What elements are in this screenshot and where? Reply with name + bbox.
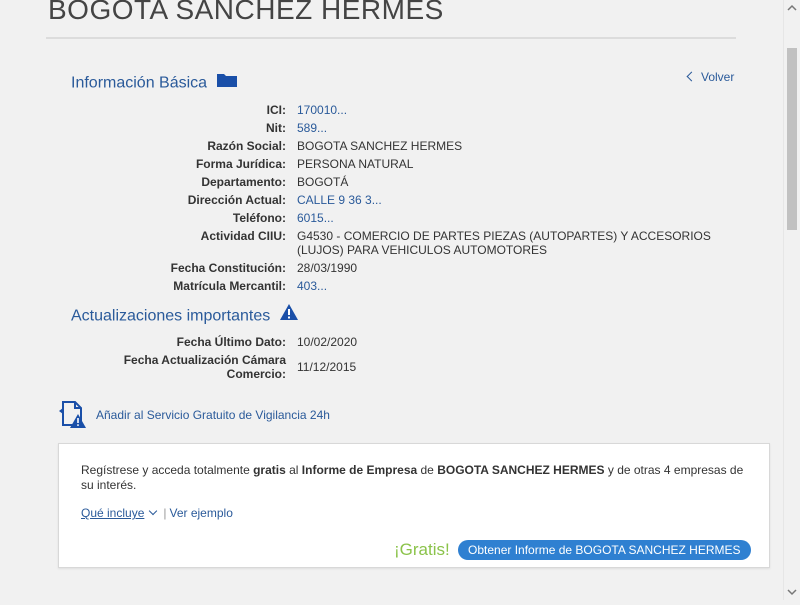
field-label: Matrícula Mercantil: xyxy=(173,279,286,293)
field-label: ICI: xyxy=(266,103,286,117)
warning-icon xyxy=(279,303,299,326)
scroll-up-icon[interactable] xyxy=(784,0,800,16)
vigilance-link-label: Añadir al Servicio Gratuito de Vigilanci… xyxy=(96,408,330,422)
basic-info-heading-label: Información Básica xyxy=(71,74,208,92)
field-value-fecha-ultimo-dato: 10/02/2020 xyxy=(297,335,358,349)
scroll-down-icon[interactable] xyxy=(784,584,800,600)
obtener-informe-button[interactable]: Obtener Informe de BOGOTA SANCHEZ HERMES xyxy=(458,540,751,560)
vertical-scrollbar[interactable] xyxy=(783,0,800,600)
field-label: Departamento: xyxy=(201,175,286,189)
field-label: Forma Jurídica: xyxy=(195,157,286,171)
folder-icon xyxy=(216,72,238,93)
company-title: BOGOTA SANCHEZ HERMES xyxy=(48,0,444,25)
back-link-label: Volver xyxy=(701,70,735,84)
field-value-forma-juridica: PERSONA NATURAL xyxy=(297,157,414,171)
updates-heading: Actualizaciones importantes xyxy=(71,303,299,328)
field-label-line1: Fecha Actualización Cámara xyxy=(123,353,286,367)
que-incluye-link[interactable]: Qué incluye xyxy=(81,506,144,520)
field-label: Fecha Último Dato: xyxy=(176,335,286,349)
scrollbar-thumb[interactable] xyxy=(787,48,797,230)
field-label: Teléfono: xyxy=(232,211,286,225)
chevron-down-icon[interactable] xyxy=(149,506,158,516)
updates-heading-label: Actualizaciones importantes xyxy=(71,307,271,325)
field-value-razon-social: BOGOTA SANCHEZ HERMES xyxy=(297,139,463,153)
field-label-line2: Comercio: xyxy=(226,367,286,381)
field-value-actividad-ciiu: G4530 - COMERCIO DE PARTES PIEZAS (AUTOP… xyxy=(297,229,711,257)
field-label: Nit: xyxy=(266,121,286,135)
promo-text-part: Regístrese y acceda totalmente xyxy=(81,463,254,477)
field-label: Razón Social: xyxy=(207,139,286,153)
title-divider xyxy=(46,37,736,39)
basic-info-heading: Información Básica xyxy=(71,73,238,94)
gratis-label: ¡Gratis! xyxy=(394,540,450,559)
field-value-ici[interactable]: 170010... xyxy=(297,103,347,117)
promo-links: Qué incluye | Ver ejemplo xyxy=(81,506,233,520)
field-label: Fecha Constitución: xyxy=(170,261,286,275)
promo-text-part: de xyxy=(417,463,438,477)
field-label: Actividad CIIU: xyxy=(200,229,286,243)
field-value-nit[interactable]: 589... xyxy=(297,121,327,135)
field-value-telefono[interactable]: 6015... xyxy=(297,211,334,225)
field-value-direccion[interactable]: CALLE 9 36 3... xyxy=(297,193,382,207)
promo-text-bold: Informe de Empresa xyxy=(301,463,418,477)
link-separator: | xyxy=(163,506,167,520)
promo-text: Regístrese y acceda totalmente gratis al… xyxy=(81,463,751,493)
promo-text-bold: BOGOTA SANCHEZ HERMES xyxy=(437,463,605,477)
document-alert-icon xyxy=(57,399,87,434)
ver-ejemplo-link[interactable]: Ver ejemplo xyxy=(170,506,233,520)
promo-box: Regístrese y acceda totalmente gratis al… xyxy=(58,443,770,568)
promo-text-part: al xyxy=(285,463,302,477)
back-link[interactable]: Volver xyxy=(686,70,735,84)
field-value-matricula[interactable]: 403... xyxy=(297,279,327,293)
field-value-fecha-constitucion: 28/03/1990 xyxy=(297,261,358,275)
page: BOGOTA SANCHEZ HERMES Información Básica… xyxy=(0,0,784,600)
promo-text-bold: gratis xyxy=(253,463,286,477)
field-label: Dirección Actual: xyxy=(187,193,286,207)
field-label: Fecha Actualización Cámara Comercio: xyxy=(124,353,286,381)
field-value-fecha-actualizacion: 11/12/2015 xyxy=(297,360,357,374)
field-value-departamento: BOGOTÁ xyxy=(297,175,349,189)
chevron-left-icon xyxy=(686,71,697,82)
